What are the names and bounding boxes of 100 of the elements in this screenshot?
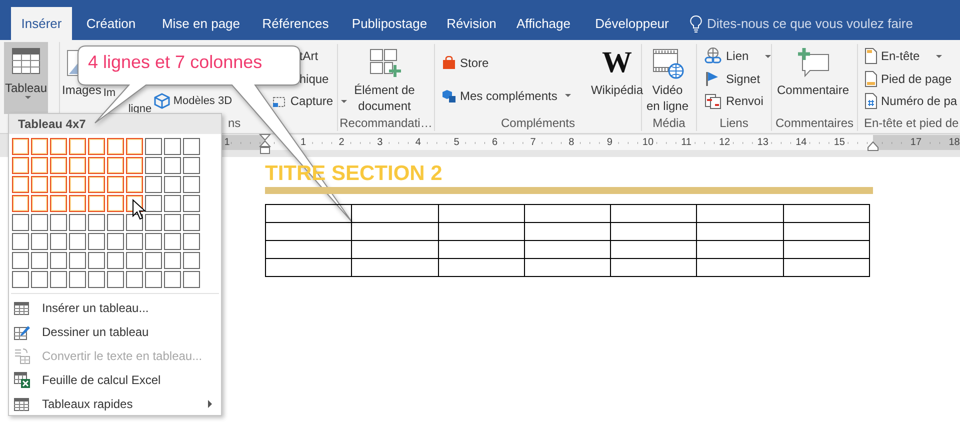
grid-cell[interactable] [50,157,67,174]
grid-cell[interactable] [145,271,162,288]
menu-item[interactable]: Insérer un tableau... [9,296,221,320]
ribbon-button[interactable]: Signet [697,68,764,90]
grid-cell[interactable] [88,195,105,212]
grid-cell[interactable] [31,176,48,193]
grid-cell[interactable] [164,138,181,155]
smartart-button[interactable]: tArt [299,45,318,68]
grid-cell[interactable] [69,138,86,155]
grid-cell[interactable] [31,195,48,212]
grid-cell[interactable] [164,195,181,212]
grid-cell[interactable] [31,252,48,269]
grid-cell[interactable] [50,233,67,250]
grid-cell[interactable] [50,138,67,155]
grid-cell[interactable] [126,138,143,155]
tell-me-field[interactable]: Dites-nous ce que vous voulez faire [707,16,947,31]
grid-cell[interactable] [69,176,86,193]
grid-cell[interactable] [50,252,67,269]
grid-cell[interactable] [50,214,67,231]
grid-cell[interactable] [88,233,105,250]
grid-cell[interactable] [107,176,124,193]
grid-cell[interactable] [107,195,124,212]
ribbon-tab[interactable]: Références [252,7,339,40]
grid-cell[interactable] [107,138,124,155]
grid-cell[interactable] [164,252,181,269]
grid-cell[interactable] [183,195,200,212]
grid-cell[interactable] [12,195,29,212]
table-button[interactable]: Tableau [4,42,48,114]
grid-cell[interactable] [183,233,200,250]
grid-cell[interactable] [145,252,162,269]
grid-cell[interactable] [164,214,181,231]
grid-cell[interactable] [126,214,143,231]
grid-cell[interactable] [183,138,200,155]
ribbon-button[interactable]: Renvoi [697,90,766,112]
grid-cell[interactable] [88,252,105,269]
grid-cell[interactable] [50,271,67,288]
grid-cell[interactable] [88,214,105,231]
grid-cell[interactable] [126,252,143,269]
grid-cell[interactable] [107,214,124,231]
ribbon-tab[interactable]: Affichage [503,7,584,40]
chart-button[interactable]: hique [299,68,329,90]
ribbon-tab[interactable]: Insérer [11,7,72,40]
menu-item[interactable]: Tableaux rapides [9,392,221,416]
grid-cell[interactable] [31,214,48,231]
grid-cell[interactable] [126,176,143,193]
grid-cell[interactable] [126,271,143,288]
grid-cell[interactable] [31,233,48,250]
ribbon-tab[interactable]: Mise en page [150,7,252,40]
grid-cell[interactable] [69,195,86,212]
grid-cell[interactable] [183,157,200,174]
grid-cell[interactable] [145,157,162,174]
grid-cell[interactable] [12,214,29,231]
grid-cell[interactable] [183,176,200,193]
grid-cell[interactable] [145,176,162,193]
grid-cell[interactable] [12,252,29,269]
3d-models-button[interactable]: Modèles 3D [151,90,236,112]
grid-cell[interactable] [107,271,124,288]
grid-cell[interactable] [31,138,48,155]
grid-cell[interactable] [107,157,124,174]
grid-cell[interactable] [183,271,200,288]
online-video-button[interactable]: Vidéo en ligne [642,44,693,116]
grid-cell[interactable] [12,138,29,155]
grid-cell[interactable] [145,214,162,231]
menu-item[interactable]: Dessiner un tableau [9,320,221,344]
ribbon-tab[interactable]: Développeur [584,7,680,40]
grid-cell[interactable] [183,214,200,231]
grid-cell[interactable] [69,157,86,174]
grid-cell[interactable] [31,157,48,174]
grid-cell[interactable] [69,271,86,288]
ribbon-tab[interactable]: Publipostage [339,7,440,40]
grid-cell[interactable] [88,138,105,155]
grid-cell[interactable] [107,233,124,250]
grid-cell[interactable] [50,176,67,193]
grid-cell[interactable] [107,252,124,269]
grid-cell[interactable] [69,233,86,250]
ribbon-button[interactable]: Pied de page [858,68,960,90]
ribbon-tab[interactable]: Création [72,7,150,40]
ribbon-button[interactable]: En-tête [858,45,945,68]
grid-cell[interactable] [164,176,181,193]
grid-cell[interactable] [164,233,181,250]
grid-cell[interactable] [145,233,162,250]
wikipedia-button[interactable]: W Wikipédia [593,44,641,116]
grid-cell[interactable] [69,252,86,269]
grid-cell[interactable] [126,233,143,250]
grid-cell[interactable] [88,271,105,288]
store-button[interactable]: Store [435,52,593,74]
grid-cell[interactable] [145,138,162,155]
grid-cell[interactable] [88,157,105,174]
ribbon-tab[interactable]: Révision [440,7,503,40]
grid-cell[interactable] [145,195,162,212]
grid-cell[interactable] [69,214,86,231]
grid-cell[interactable] [12,271,29,288]
grid-cell[interactable] [12,157,29,174]
grid-cell[interactable] [164,157,181,174]
document-element-button[interactable]: Élément de document [338,44,431,116]
comment-button[interactable]: Commentaire [772,44,854,116]
grid-cell[interactable] [50,195,67,212]
grid-cell[interactable] [88,176,105,193]
grid-cell[interactable] [31,271,48,288]
grid-cell[interactable] [183,252,200,269]
